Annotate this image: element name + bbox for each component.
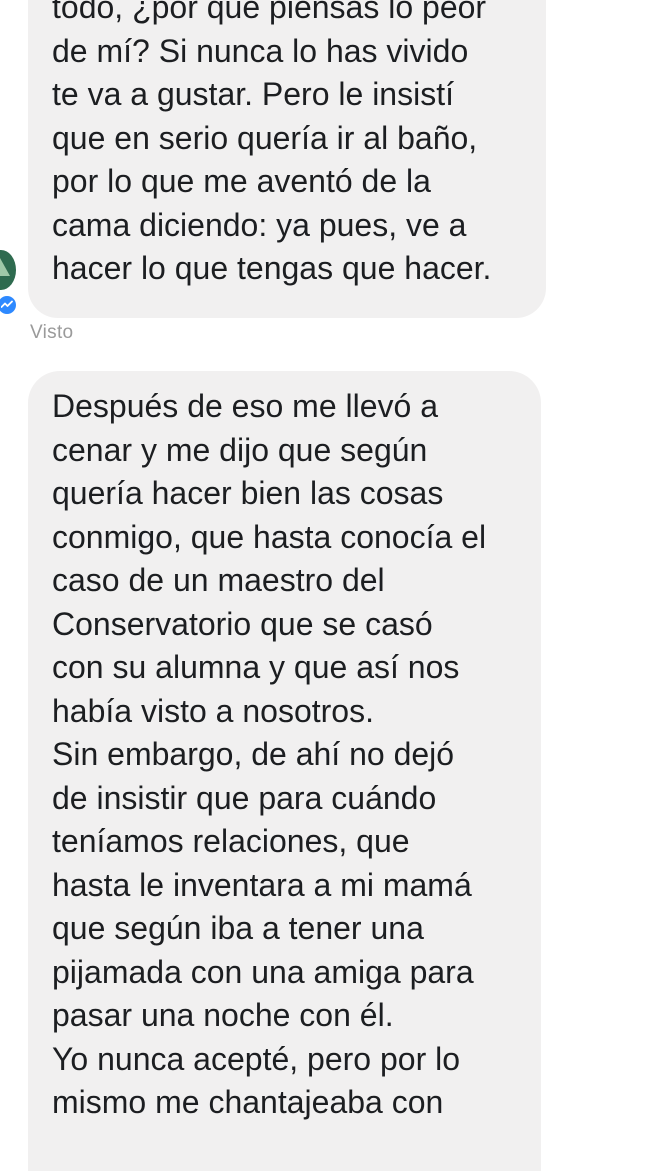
message-line: de mí? Si nunca lo has vivido bbox=[52, 32, 469, 69]
message-line: de insistir que para cuándo bbox=[52, 779, 437, 816]
message-line: Después de eso me llevó a bbox=[52, 388, 438, 424]
message-line: Conservatorio que se casó bbox=[52, 605, 433, 642]
message-line: te va a gustar. Pero le insistí bbox=[52, 76, 454, 112]
message-line: que según iba a tener una bbox=[52, 910, 424, 946]
message-line: teníamos relaciones, que bbox=[52, 823, 410, 859]
message-line: todo, ¿por qué piensas lo peor bbox=[52, 0, 487, 25]
message-line: que en serio quería ir al baño, bbox=[52, 119, 478, 156]
messenger-bolt-icon bbox=[1, 300, 13, 308]
message-line: quería hacer bien las cosas bbox=[52, 475, 444, 511]
message-line: con su alumna y que así nos bbox=[52, 649, 460, 685]
message-line: hasta le inventara a mi mamá bbox=[52, 866, 472, 903]
message-bubble-received-1[interactable]: todo, ¿por qué piensas lo peor de mí? Si… bbox=[28, 0, 546, 318]
message-line: caso de un maestro del bbox=[52, 562, 385, 598]
message-line: pasar una noche con él. bbox=[52, 997, 394, 1033]
seen-status: Visto bbox=[30, 322, 74, 343]
messenger-icon bbox=[0, 294, 18, 316]
message-line: por lo que me aventó de la bbox=[52, 163, 431, 199]
message-line: conmigo, que hasta conocía el bbox=[52, 518, 487, 555]
contact-avatar[interactable] bbox=[0, 250, 16, 290]
message-line: había visto a nosotros. bbox=[52, 692, 374, 729]
message-line: cenar y me dijo que según bbox=[52, 431, 428, 468]
message-line: hacer lo que tengas que hacer. bbox=[52, 250, 492, 286]
messenger-badge-fill bbox=[0, 296, 16, 314]
message-line: Sin embargo, de ahí no dejó bbox=[52, 736, 455, 772]
avatar-image bbox=[0, 258, 10, 276]
message-line: mismo me chantajeaba con bbox=[52, 1084, 444, 1120]
message-line: Yo nunca acepté, pero por lo bbox=[52, 1040, 461, 1077]
message-bubble-received-2[interactable]: Después de eso me llevó a cenar y me dij… bbox=[28, 371, 541, 1171]
message-line: cama diciendo: ya pues, ve a bbox=[52, 206, 467, 243]
message-line: pijamada con una amiga para bbox=[52, 953, 474, 990]
